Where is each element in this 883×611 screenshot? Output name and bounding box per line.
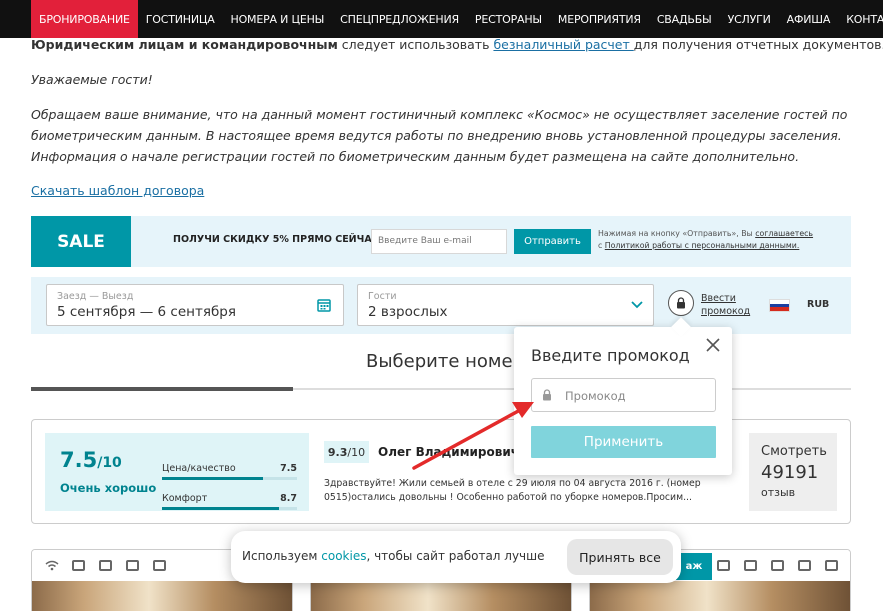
score-value: 7.5 xyxy=(60,448,98,472)
minibar-icon xyxy=(65,559,92,573)
download-contract-link[interactable]: Скачать шаблон договора xyxy=(31,183,204,198)
room-photo xyxy=(32,581,292,611)
safe-icon xyxy=(764,559,791,573)
rating-summary: 7.5/10 Очень хорошо Цена/качество 7.5 Ко… xyxy=(45,433,309,511)
promo-link-line2: промокод xyxy=(701,306,751,317)
cookies-link[interactable]: cookies xyxy=(321,549,366,563)
promo-popup-title: Введите промокод xyxy=(531,346,690,365)
apply-promo-button[interactable]: Применить xyxy=(531,426,716,458)
criterion-bar-fill xyxy=(162,507,280,510)
lock-icon xyxy=(677,297,685,309)
desk-icon xyxy=(737,559,764,573)
close-icon[interactable] xyxy=(706,338,720,352)
nav-item-hotel[interactable]: ГОСТИНИЦА xyxy=(138,0,223,38)
biometric-notice: Обращаем ваше внимание, что на данный мо… xyxy=(31,107,848,164)
criterion-bar xyxy=(162,507,297,510)
guests-label: Гости xyxy=(368,291,397,302)
discount-promo-text: ПОЛУЧИ СКИДКУ 5% ПРЯМО СЕЙЧАС! xyxy=(173,234,383,245)
promo-code-placeholder: Промокод xyxy=(565,389,626,403)
promo-popup: Введите промокод Промокод Применить xyxy=(514,317,732,475)
criterion-value: 8.7 xyxy=(280,493,297,504)
review-count: 49191 xyxy=(761,462,819,483)
nav-item-events[interactable]: МЕРОПРИЯТИЯ xyxy=(550,0,649,38)
guests-field[interactable]: Гости 2 взрослых xyxy=(357,284,654,326)
accept-cookies-button[interactable]: Принять все xyxy=(567,539,673,575)
consent-mid: с xyxy=(598,241,605,250)
nav-item-weddings[interactable]: СВАДЬБЫ xyxy=(649,0,720,38)
cashless-payment-link[interactable]: безналичный расчет xyxy=(493,37,633,52)
nav-item-special-offers[interactable]: СПЕЦПРЕДЛОЖЕНИЯ xyxy=(332,0,467,38)
nav-item-restaurants[interactable]: РЕСТОРАНЫ xyxy=(467,0,550,38)
promo-link-line1: Ввести xyxy=(701,293,736,304)
minibar-icon xyxy=(710,559,737,573)
greeting: Уважаемые гости! xyxy=(31,72,153,87)
legal-entities-bold: Юридическим лицам и командировочным xyxy=(31,37,338,52)
tab-underline-active xyxy=(31,387,293,391)
review-score-badge: 9.3/10 xyxy=(324,441,369,463)
criterion-comfort: Комфорт 8.7 xyxy=(162,493,297,510)
criterion-price-quality: Цена/качество 7.5 xyxy=(162,463,297,480)
criterion-bar xyxy=(162,477,297,480)
guests-value: 2 взрослых xyxy=(368,304,448,320)
room-photo xyxy=(590,581,850,611)
review-count-word: отзыв xyxy=(761,486,796,499)
nav-item-contacts[interactable]: КОНТАКТЫ xyxy=(838,0,883,38)
criterion-name: Комфорт xyxy=(162,493,208,504)
review-score: 9.3 xyxy=(327,445,348,459)
agree-link[interactable]: соглашаетесь xyxy=(755,229,813,238)
currency-selector[interactable]: RUB xyxy=(807,299,829,310)
wifi-icon xyxy=(38,559,65,573)
cookie-text: Используем cookies, чтобы сайт работал л… xyxy=(242,549,545,563)
choose-room-title: Выберите номер xyxy=(366,351,525,372)
promo-lock-button[interactable] xyxy=(668,290,694,316)
review-author: Олег Владимирович xyxy=(378,445,519,459)
send-button[interactable]: Отправить xyxy=(514,229,591,254)
lock-icon xyxy=(543,389,551,401)
calendar-icon xyxy=(317,299,331,312)
dates-field[interactable]: Заезд — Выезд 5 сентября — 6 сентября xyxy=(46,284,344,326)
booking-bar: Заезд — Выезд 5 сентября — 6 сентября Го… xyxy=(31,277,851,334)
legal-entities-text: следует использовать xyxy=(337,37,494,52)
cookie-text-post: , чтобы сайт работал лучше xyxy=(366,549,545,563)
top-nav: БРОНИРОВАНИЕ ГОСТИНИЦА НОМЕРА И ЦЕНЫ СПЕ… xyxy=(0,0,883,38)
legal-entities-tail: для получения отчетных документов. xyxy=(633,37,883,52)
criterion-name: Цена/качество xyxy=(162,463,236,474)
chevron-down-icon xyxy=(631,301,643,309)
consent-pre: Нажимая на кнопку «Отправить», Вы xyxy=(598,229,756,238)
enter-promo-link[interactable]: Ввести промокод xyxy=(701,292,750,318)
sale-banner: SALE ПОЛУЧИ СКИДКУ 5% ПРЯМО СЕЙЧАС! Введ… xyxy=(31,216,851,267)
score-max: /10 xyxy=(97,455,122,471)
criterion-value: 7.5 xyxy=(280,463,297,474)
email-input[interactable]: Введите Ваш e-mail xyxy=(371,229,507,254)
fridge-icon xyxy=(119,559,146,573)
consent-text: Нажимая на кнопку «Отправить», Вы соглаш… xyxy=(598,228,838,252)
chair-icon xyxy=(92,559,119,573)
nav-item-afisha[interactable]: АФИША xyxy=(779,0,839,38)
score-word: Очень хорошо xyxy=(60,481,157,495)
view-all-reviews-button[interactable]: Смотреть 49191 отзыв xyxy=(749,433,837,511)
room-photo xyxy=(311,581,571,611)
cookie-text-pre: Используем xyxy=(242,549,322,563)
russian-flag-icon[interactable] xyxy=(769,299,790,312)
privacy-policy-link[interactable]: Политикой работы с персональными данными… xyxy=(605,241,800,250)
tv-icon xyxy=(818,559,845,573)
cookie-banner: Используем cookies, чтобы сайт работал л… xyxy=(231,531,681,583)
dates-label: Заезд — Выезд xyxy=(57,291,134,302)
overall-score: 7.5/10 xyxy=(60,448,122,472)
promo-code-input[interactable]: Промокод xyxy=(531,378,716,412)
umbrella-icon xyxy=(791,559,818,573)
review-text: Здравствуйте! Жили семьей в отеле с 29 и… xyxy=(324,478,701,503)
review-score-max: /10 xyxy=(347,445,366,459)
dates-value: 5 сентября — 6 сентября xyxy=(57,304,236,320)
nav-item-booking[interactable]: БРОНИРОВАНИЕ xyxy=(31,0,138,38)
room-badge: аж xyxy=(676,553,712,580)
nav-item-services[interactable]: УСЛУГИ xyxy=(720,0,779,38)
tv-icon xyxy=(146,559,173,573)
criterion-bar-fill xyxy=(162,477,264,480)
nav-item-rooms-prices[interactable]: НОМЕРА И ЦЕНЫ xyxy=(223,0,333,38)
sale-tag: SALE xyxy=(31,216,131,267)
view-all-label: Смотреть xyxy=(761,444,827,459)
